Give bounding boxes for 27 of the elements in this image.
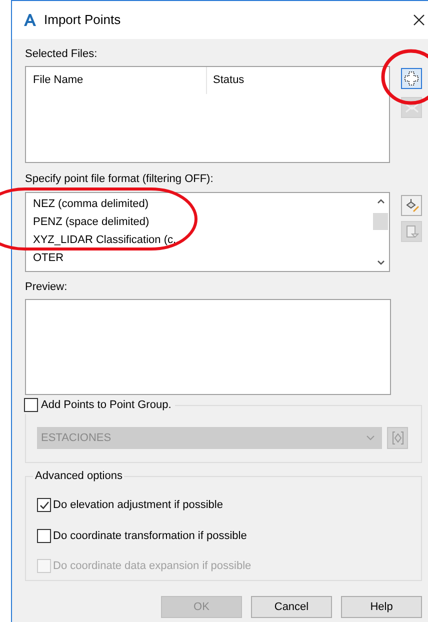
option-label[interactable]: Do coordinate transformation if possible <box>53 528 247 544</box>
dropdown-caret-icon <box>366 435 375 441</box>
edit-icon <box>404 198 419 213</box>
format-label: Specify point file format (filtering OFF): <box>25 172 214 186</box>
format-list-item[interactable]: NEZ (comma delimited) <box>33 195 149 213</box>
bracket-diamond-icon <box>392 431 404 445</box>
edit-format-button[interactable] <box>401 195 422 216</box>
format-list-item[interactable]: PENZ (space delimited) <box>33 213 150 231</box>
add-file-button[interactable] <box>401 68 422 89</box>
dialog-button[interactable]: Cancel <box>251 596 332 618</box>
preview-label: Preview: <box>25 280 68 294</box>
checkbox[interactable] <box>37 528 51 543</box>
checkbox[interactable] <box>37 498 51 512</box>
document-filter-icon <box>404 224 418 238</box>
advanced-options-title: Advanced options <box>33 469 124 483</box>
app-logo-icon <box>22 12 38 28</box>
dialog-button[interactable]: Help <box>341 596 422 618</box>
plus-icon <box>404 71 419 86</box>
column-header[interactable]: Status <box>207 67 244 94</box>
scroll-thumb[interactable] <box>373 213 388 230</box>
window-title: Import Points <box>44 11 121 30</box>
selected-files-label: Selected Files: <box>25 47 98 61</box>
option-label[interactable]: Do elevation adjustment if possible <box>53 497 223 514</box>
close-icon[interactable] <box>413 14 425 26</box>
column-header[interactable]: File Name <box>26 67 207 94</box>
format-list-item[interactable]: OTER <box>33 249 64 267</box>
files-list[interactable]: File Name Status <box>25 66 390 163</box>
